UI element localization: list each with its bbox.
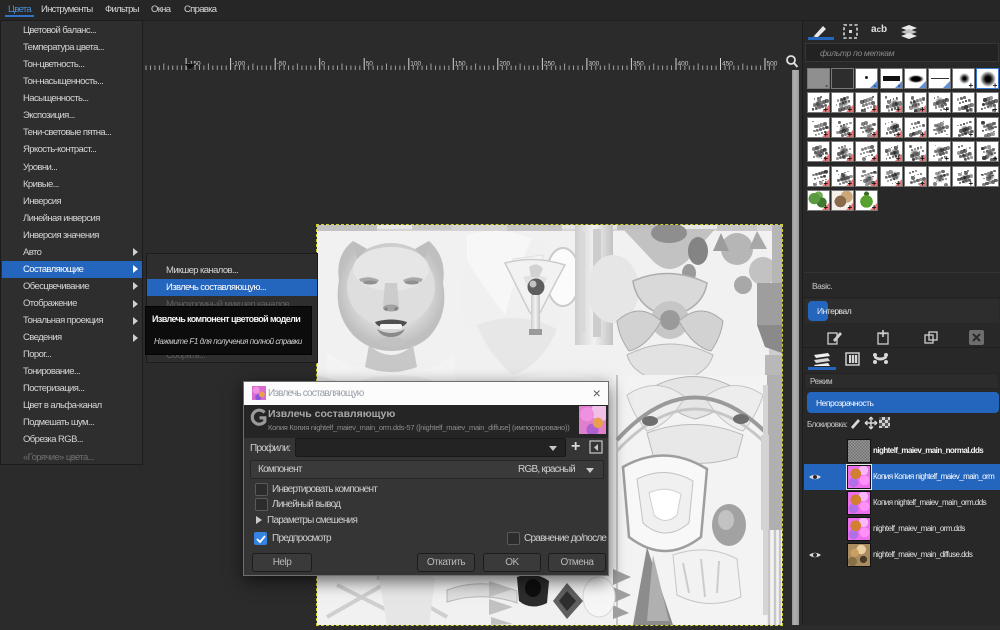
svg-text:200: 200 bbox=[499, 61, 510, 68]
svg-text:400: 400 bbox=[678, 61, 689, 68]
svg-text:-100: -100 bbox=[232, 61, 245, 68]
svg-text:350: 350 bbox=[633, 61, 644, 68]
svg-text:-50: -50 bbox=[277, 61, 287, 68]
svg-text:300: 300 bbox=[588, 61, 599, 68]
svg-text:450: 450 bbox=[722, 61, 733, 68]
svg-text:500: 500 bbox=[767, 61, 778, 68]
svg-text:250: 250 bbox=[544, 61, 555, 68]
svg-text:50: 50 bbox=[366, 61, 374, 68]
svg-text:100: 100 bbox=[410, 61, 421, 68]
svg-text:150: 150 bbox=[455, 61, 466, 68]
